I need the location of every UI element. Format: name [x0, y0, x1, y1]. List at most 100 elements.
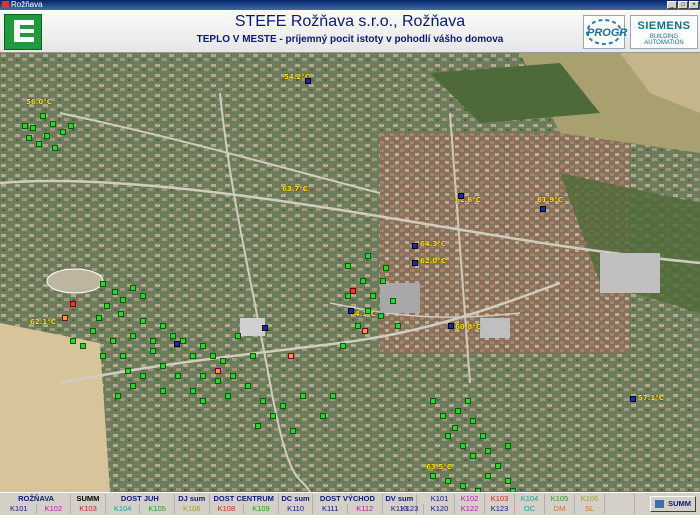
- substation-marker[interactable]: [452, 425, 458, 431]
- substation-marker[interactable]: [215, 368, 221, 374]
- substation-marker[interactable]: [380, 278, 386, 284]
- nav-k103[interactable]: K103: [71, 504, 106, 514]
- substation-marker[interactable]: [225, 393, 231, 399]
- substation-marker[interactable]: [430, 473, 436, 479]
- substation-marker[interactable]: [470, 418, 476, 424]
- nav-k101[interactable]: K101: [2, 504, 37, 514]
- nav-dost-vychod[interactable]: DOST VÝCHOD: [313, 494, 383, 504]
- nav-right-k101[interactable]: K101: [425, 494, 455, 504]
- substation-marker[interactable]: [52, 145, 58, 151]
- substation-marker[interactable]: [100, 281, 106, 287]
- substation-marker[interactable]: [320, 413, 326, 419]
- substation-marker[interactable]: [378, 313, 384, 319]
- substation-marker[interactable]: [235, 333, 241, 339]
- substation-marker[interactable]: [96, 315, 102, 321]
- substation-marker[interactable]: [250, 353, 256, 359]
- substation-marker[interactable]: [460, 443, 466, 449]
- substation-marker[interactable]: [70, 338, 76, 344]
- nav-summ[interactable]: SUMM: [71, 494, 106, 504]
- substation-marker[interactable]: [150, 338, 156, 344]
- substation-marker[interactable]: [70, 301, 76, 307]
- nav-right-oc[interactable]: OC: [515, 504, 545, 514]
- substation-marker[interactable]: [140, 373, 146, 379]
- nav-right-dm[interactable]: DM: [545, 504, 575, 514]
- substation-marker[interactable]: [505, 478, 511, 484]
- substation-marker[interactable]: [440, 413, 446, 419]
- substation-marker[interactable]: [350, 288, 356, 294]
- substation-marker[interactable]: [390, 298, 396, 304]
- substation-marker[interactable]: [348, 308, 354, 314]
- nav-k106[interactable]: K106: [175, 504, 210, 514]
- substation-marker[interactable]: [175, 373, 181, 379]
- substation-marker[interactable]: [288, 353, 294, 359]
- substation-marker[interactable]: [44, 133, 50, 139]
- substation-marker[interactable]: [455, 408, 461, 414]
- substation-marker[interactable]: [90, 328, 96, 334]
- substation-marker[interactable]: [412, 260, 418, 266]
- substation-marker[interactable]: [62, 315, 68, 321]
- summ-button[interactable]: SUMM: [650, 496, 696, 512]
- minimize-button[interactable]: _: [667, 1, 677, 9]
- nav-dv-sum[interactable]: DV sum: [383, 494, 418, 504]
- nav-k123[interactable]: K123: [396, 504, 424, 514]
- nav-k104[interactable]: K104: [106, 504, 141, 514]
- substation-marker[interactable]: [540, 206, 546, 212]
- substation-marker[interactable]: [300, 393, 306, 399]
- substation-marker[interactable]: [262, 325, 268, 331]
- nav-dost-centrum[interactable]: DOST CENTRUM: [210, 494, 279, 504]
- substation-marker[interactable]: [100, 353, 106, 359]
- nav-right-sl[interactable]: SL: [575, 504, 605, 514]
- nav-k112[interactable]: K112: [348, 504, 383, 514]
- substation-marker[interactable]: [160, 388, 166, 394]
- substation-marker[interactable]: [130, 285, 136, 291]
- nav-k105[interactable]: K105: [140, 504, 175, 514]
- nav-right-k105[interactable]: K105: [545, 494, 575, 504]
- substation-marker[interactable]: [190, 353, 196, 359]
- substation-marker[interactable]: [40, 113, 46, 119]
- nav-k110[interactable]: K110: [279, 504, 314, 514]
- substation-marker[interactable]: [36, 141, 42, 147]
- substation-marker[interactable]: [360, 278, 366, 284]
- substation-marker[interactable]: [485, 473, 491, 479]
- nav-dc-sum[interactable]: DC sum: [279, 494, 314, 504]
- nav-dost-juh[interactable]: DOST JUH: [106, 494, 175, 504]
- nav-k102[interactable]: K102: [37, 504, 72, 514]
- substation-marker[interactable]: [200, 373, 206, 379]
- substation-marker[interactable]: [445, 433, 451, 439]
- substation-marker[interactable]: [383, 265, 389, 271]
- nav-right-k104[interactable]: K104: [515, 494, 545, 504]
- substation-marker[interactable]: [30, 125, 36, 131]
- substation-marker[interactable]: [255, 423, 261, 429]
- substation-marker[interactable]: [270, 413, 276, 419]
- substation-marker[interactable]: [115, 393, 121, 399]
- substation-marker[interactable]: [245, 383, 251, 389]
- substation-marker[interactable]: [26, 135, 32, 141]
- substation-marker[interactable]: [355, 323, 361, 329]
- substation-marker[interactable]: [200, 343, 206, 349]
- substation-marker[interactable]: [112, 289, 118, 295]
- substation-marker[interactable]: [495, 463, 501, 469]
- substation-marker[interactable]: [395, 323, 401, 329]
- nav-k109[interactable]: K109: [244, 504, 279, 514]
- close-button[interactable]: ×: [689, 1, 699, 9]
- window-titlebar[interactable]: Rožňava _ □ ×: [0, 0, 700, 10]
- substation-marker[interactable]: [120, 353, 126, 359]
- substation-marker[interactable]: [125, 368, 131, 374]
- substation-marker[interactable]: [448, 323, 454, 329]
- substation-marker[interactable]: [465, 398, 471, 404]
- nav-right-k106[interactable]: K106: [575, 494, 605, 504]
- nav-right-k103[interactable]: K103: [485, 494, 515, 504]
- substation-marker[interactable]: [50, 121, 56, 127]
- substation-marker[interactable]: [485, 448, 491, 454]
- substation-marker[interactable]: [458, 193, 464, 199]
- nav-right-k102[interactable]: K102: [455, 494, 485, 504]
- substation-marker[interactable]: [174, 341, 180, 347]
- substation-marker[interactable]: [190, 388, 196, 394]
- substation-marker[interactable]: [215, 378, 221, 384]
- substation-marker[interactable]: [365, 308, 371, 314]
- nav-rozňava[interactable]: ROŽŇAVA: [2, 494, 72, 504]
- substation-marker[interactable]: [305, 78, 311, 84]
- substation-marker[interactable]: [365, 253, 371, 259]
- substation-marker[interactable]: [160, 323, 166, 329]
- substation-marker[interactable]: [60, 129, 66, 135]
